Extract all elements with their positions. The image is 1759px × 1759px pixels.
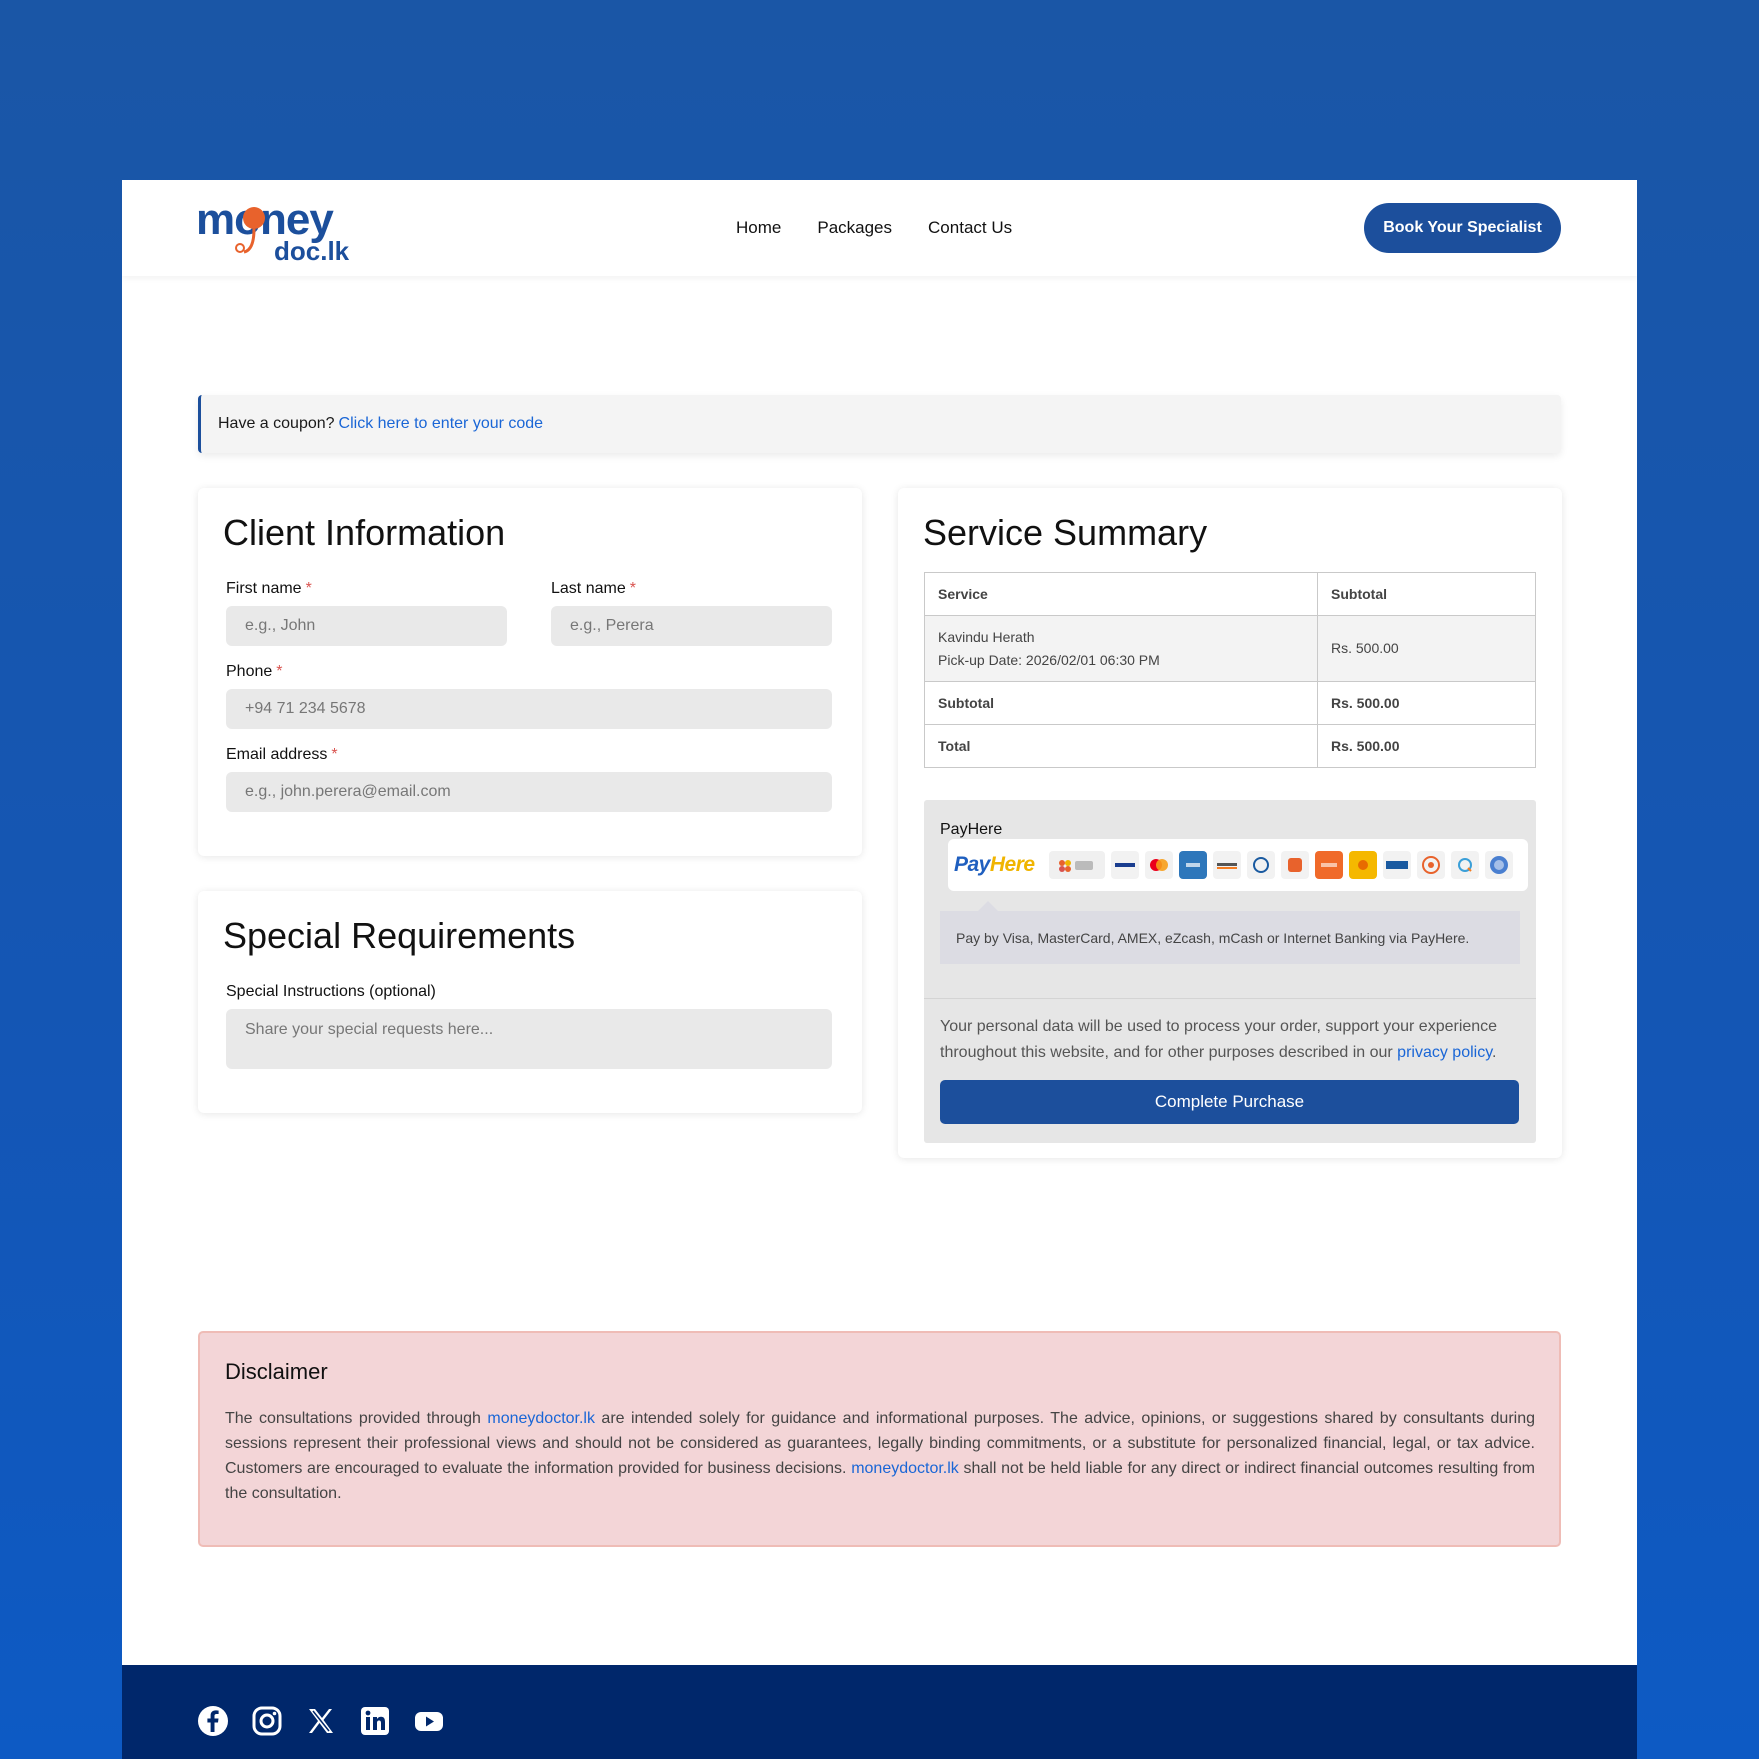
site-footer <box>122 1665 1637 1759</box>
payment-logos-strip: PayHere <box>948 839 1528 891</box>
nav-contact-us[interactable]: Contact Us <box>928 218 1012 238</box>
q-icon <box>1450 851 1479 879</box>
phone-input[interactable]: +94 71 234 5678 <box>226 689 832 729</box>
site-header: money doc.lk Home Packages Contact Us Bo… <box>122 180 1637 276</box>
client-information-card: Client Information First name * e.g., Joh… <box>198 488 862 856</box>
payment-description: Pay by Visa, MasterCard, AMEX, eZcash, m… <box>940 901 1520 964</box>
payhere-logo: PayHere <box>954 853 1035 876</box>
disclaimer-link-2[interactable]: moneydoctor.lk <box>851 1460 959 1477</box>
service-cell: Kavindu Herath Pick-up Date: 2026/02/01 … <box>924 615 1318 682</box>
logo-dot <box>243 207 265 229</box>
genie-icon <box>1280 851 1309 879</box>
visa-icon <box>1110 851 1139 879</box>
discover-icon <box>1212 851 1241 879</box>
book-specialist-button[interactable]: Book Your Specialist <box>1364 203 1561 253</box>
email-input[interactable]: e.g., john.perera@email.com <box>226 772 832 812</box>
page-frame: money doc.lk Home Packages Contact Us Bo… <box>122 180 1637 1759</box>
total-value: Rs. 500.00 <box>1317 724 1536 768</box>
logo-word-doclk: doc.lk <box>274 236 350 266</box>
bank-icon <box>1382 851 1411 879</box>
site-logo[interactable]: money doc.lk <box>196 194 396 266</box>
table-row: Kavindu Herath Pick-up Date: 2026/02/01 … <box>924 615 1536 682</box>
main-nav: Home Packages Contact Us <box>736 218 1012 238</box>
instagram-icon[interactable] <box>251 1705 283 1737</box>
service-price: Rs. 500.00 <box>1317 615 1536 682</box>
subtotal-row: Subtotal Rs. 500.00 <box>924 681 1536 725</box>
disclaimer-box: Disclaimer The consultations provided th… <box>198 1331 1561 1547</box>
summary-table: Service Subtotal Kavindu Herath Pick-up … <box>924 572 1536 768</box>
email-label: Email address * <box>226 746 338 763</box>
privacy-policy-link[interactable]: privacy policy <box>1397 1044 1492 1061</box>
total-label: Total <box>924 724 1318 768</box>
service-summary-title: Service Summary <box>923 512 1208 553</box>
linkedin-icon[interactable] <box>359 1705 391 1737</box>
seal-icon <box>1416 851 1445 879</box>
client-information-title: Client Information <box>223 512 506 553</box>
subtotal-value: Rs. 500.00 <box>1317 681 1536 725</box>
coupon-prefix: Have a coupon? <box>218 415 335 432</box>
ezcash-icon <box>1348 851 1377 879</box>
last-name-input[interactable]: e.g., Perera <box>551 606 832 646</box>
service-name: Kavindu Herath <box>938 628 1035 645</box>
coupon-link[interactable]: Click here to enter your code <box>339 415 544 433</box>
first-name-input[interactable]: e.g., John <box>226 606 507 646</box>
globe-icon <box>1484 851 1513 879</box>
youtube-icon[interactable] <box>413 1705 445 1737</box>
apple-pay-icon <box>1048 851 1105 879</box>
total-row: Total Rs. 500.00 <box>924 724 1536 768</box>
social-links <box>197 1705 445 1737</box>
special-instructions-textarea[interactable]: Share your special requests here... <box>226 1009 832 1069</box>
table-header-row: Service Subtotal <box>924 572 1536 616</box>
special-requirements-title: Special Requirements <box>223 915 576 956</box>
coupon-notice: Have a coupon? Click here to enter your … <box>198 395 1561 453</box>
phone-label: Phone * <box>226 663 283 680</box>
amex-icon <box>1178 851 1207 879</box>
disclaimer-link-1[interactable]: moneydoctor.lk <box>487 1410 595 1427</box>
service-summary-card: Service Summary Service Subtotal Kavindu… <box>898 488 1562 1158</box>
x-icon[interactable] <box>305 1705 337 1737</box>
disclaimer-title: Disclaimer <box>225 1359 328 1384</box>
nav-home[interactable]: Home <box>736 218 781 238</box>
mastercard-icon <box>1144 851 1173 879</box>
header-service: Service <box>924 572 1318 616</box>
disclaimer-text: The consultations provided through money… <box>225 1410 1535 1502</box>
payment-box: PayHere PayHere Pay by Visa, MasterCard,… <box>924 800 1536 1143</box>
complete-purchase-button[interactable]: Complete Purchase <box>940 1080 1519 1124</box>
nav-packages[interactable]: Packages <box>817 218 892 238</box>
service-pickup-date: Pick-up Date: 2026/02/01 06:30 PM <box>938 651 1160 668</box>
frimi-icon <box>1314 851 1343 879</box>
first-name-label: First name * <box>226 580 312 597</box>
subtotal-label: Subtotal <box>924 681 1318 725</box>
special-requirements-card: Special Requirements Special Instruction… <box>198 891 862 1113</box>
header-subtotal: Subtotal <box>1317 572 1536 616</box>
privacy-notice: Your personal data will be used to proce… <box>940 1018 1498 1061</box>
divider <box>924 998 1536 999</box>
facebook-icon[interactable] <box>197 1705 229 1737</box>
last-name-label: Last name * <box>551 580 636 597</box>
payment-method-label[interactable]: PayHere <box>940 821 1002 839</box>
diners-icon <box>1246 851 1275 879</box>
special-instructions-label: Special Instructions (optional) <box>226 983 436 1000</box>
